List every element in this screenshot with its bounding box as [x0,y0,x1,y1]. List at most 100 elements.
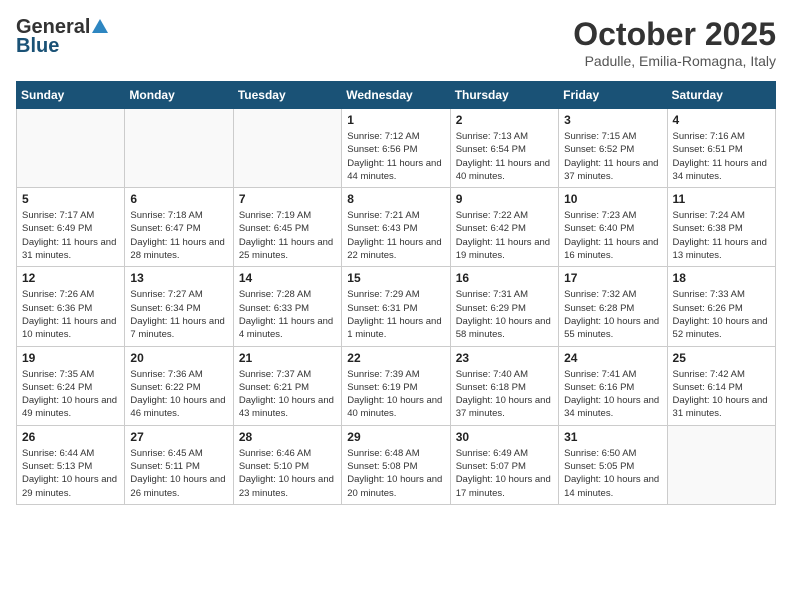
calendar-cell: 23Sunrise: 7:40 AM Sunset: 6:18 PM Dayli… [450,346,558,425]
day-number: 27 [130,430,227,444]
day-info: Sunrise: 7:41 AM Sunset: 6:16 PM Dayligh… [564,368,661,421]
day-number: 8 [347,192,444,206]
day-info: Sunrise: 7:29 AM Sunset: 6:31 PM Dayligh… [347,288,444,341]
calendar-week-row: 26 Sunrise: 6:44 AM Sunset: 5:13 PM Dayli… [17,425,776,504]
calendar-cell: 14Sunrise: 7:28 AM Sunset: 6:33 PM Dayli… [233,267,341,346]
weekday-header-friday: Friday [559,82,667,109]
weekday-header-monday: Monday [125,82,233,109]
logo: General Blue [16,16,108,58]
calendar-cell: 18 Sunrise: 7:33 AM Sunset: 6:26 PM Dayli… [667,267,775,346]
calendar-cell [667,425,775,504]
calendar-cell: 31 Sunrise: 6:50 AM Sunset: 5:05 PM Dayli… [559,425,667,504]
day-number: 5 [22,192,119,206]
weekday-header-sunday: Sunday [17,82,125,109]
day-info: Sunrise: 6:48 AM Sunset: 5:08 PM Dayligh… [347,447,444,500]
day-info: Sunrise: 7:23 AM Sunset: 6:40 PM Dayligh… [564,209,661,262]
calendar-cell: 15 Sunrise: 7:29 AM Sunset: 6:31 PM Dayli… [342,267,450,346]
weekday-header-tuesday: Tuesday [233,82,341,109]
day-number: 1 [347,113,444,127]
logo-blue-text: Blue [16,35,59,58]
calendar-cell [17,109,125,188]
weekday-header-wednesday: Wednesday [342,82,450,109]
calendar-cell: 26 Sunrise: 6:44 AM Sunset: 5:13 PM Dayli… [17,425,125,504]
calendar-cell: 24 Sunrise: 7:41 AM Sunset: 6:16 PM Dayli… [559,346,667,425]
day-number: 24 [564,351,661,365]
day-info: Sunrise: 7:27 AM Sunset: 6:34 PM Dayligh… [130,288,227,341]
day-info: Sunrise: 7:18 AM Sunset: 6:47 PM Dayligh… [130,209,227,262]
calendar-week-row: 5 Sunrise: 7:17 AM Sunset: 6:49 PM Daylig… [17,188,776,267]
day-info: Sunrise: 7:17 AM Sunset: 6:49 PM Dayligh… [22,209,119,262]
title-area: October 2025 Padulle, Emilia-Romagna, It… [573,16,776,69]
day-info: Sunrise: 7:32 AM Sunset: 6:28 PM Dayligh… [564,288,661,341]
day-number: 28 [239,430,336,444]
day-number: 3 [564,113,661,127]
day-number: 15 [347,271,444,285]
day-number: 4 [673,113,770,127]
calendar-cell: 5 Sunrise: 7:17 AM Sunset: 6:49 PM Daylig… [17,188,125,267]
day-number: 7 [239,192,336,206]
calendar-cell: 29 Sunrise: 6:48 AM Sunset: 5:08 PM Dayli… [342,425,450,504]
calendar-cell: 4 Sunrise: 7:16 AM Sunset: 6:51 PM Daylig… [667,109,775,188]
day-number: 23 [456,351,553,365]
calendar-week-row: 1Sunrise: 7:12 AM Sunset: 6:56 PM Daylig… [17,109,776,188]
calendar-table: SundayMondayTuesdayWednesdayThursdayFrid… [16,81,776,505]
weekday-header-row: SundayMondayTuesdayWednesdayThursdayFrid… [17,82,776,109]
weekday-header-saturday: Saturday [667,82,775,109]
day-number: 12 [22,271,119,285]
day-number: 13 [130,271,227,285]
day-number: 10 [564,192,661,206]
calendar-cell: 12 Sunrise: 7:26 AM Sunset: 6:36 PM Dayli… [17,267,125,346]
day-number: 18 [673,271,770,285]
day-number: 25 [673,351,770,365]
day-number: 9 [456,192,553,206]
calendar-cell: 28 Sunrise: 6:46 AM Sunset: 5:10 PM Dayli… [233,425,341,504]
day-info: Sunrise: 7:16 AM Sunset: 6:51 PM Dayligh… [673,130,770,183]
day-info: Sunrise: 7:42 AM Sunset: 6:14 PM Dayligh… [673,368,770,421]
day-info: Sunrise: 7:33 AM Sunset: 6:26 PM Dayligh… [673,288,770,341]
day-number: 30 [456,430,553,444]
day-number: 26 [22,430,119,444]
day-number: 17 [564,271,661,285]
day-info: Sunrise: 6:50 AM Sunset: 5:05 PM Dayligh… [564,447,661,500]
day-number: 20 [130,351,227,365]
calendar-cell: 3 Sunrise: 7:15 AM Sunset: 6:52 PM Daylig… [559,109,667,188]
calendar-cell: 11Sunrise: 7:24 AM Sunset: 6:38 PM Dayli… [667,188,775,267]
day-number: 22 [347,351,444,365]
day-info: Sunrise: 7:26 AM Sunset: 6:36 PM Dayligh… [22,288,119,341]
day-info: Sunrise: 7:15 AM Sunset: 6:52 PM Dayligh… [564,130,661,183]
day-number: 6 [130,192,227,206]
day-info: Sunrise: 6:49 AM Sunset: 5:07 PM Dayligh… [456,447,553,500]
calendar-cell: 8Sunrise: 7:21 AM Sunset: 6:43 PM Daylig… [342,188,450,267]
calendar-cell: 2Sunrise: 7:13 AM Sunset: 6:54 PM Daylig… [450,109,558,188]
day-info: Sunrise: 7:39 AM Sunset: 6:19 PM Dayligh… [347,368,444,421]
day-info: Sunrise: 6:44 AM Sunset: 5:13 PM Dayligh… [22,447,119,500]
weekday-header-thursday: Thursday [450,82,558,109]
day-number: 19 [22,351,119,365]
logo-arrow-icon [92,19,108,38]
day-info: Sunrise: 7:22 AM Sunset: 6:42 PM Dayligh… [456,209,553,262]
calendar-cell: 17 Sunrise: 7:32 AM Sunset: 6:28 PM Dayli… [559,267,667,346]
day-info: Sunrise: 7:28 AM Sunset: 6:33 PM Dayligh… [239,288,336,341]
calendar-week-row: 19Sunrise: 7:35 AM Sunset: 6:24 PM Dayli… [17,346,776,425]
calendar-cell: 19Sunrise: 7:35 AM Sunset: 6:24 PM Dayli… [17,346,125,425]
calendar-cell: 13 Sunrise: 7:27 AM Sunset: 6:34 PM Dayli… [125,267,233,346]
day-info: Sunrise: 7:31 AM Sunset: 6:29 PM Dayligh… [456,288,553,341]
location-subtitle: Padulle, Emilia-Romagna, Italy [573,53,776,69]
calendar-cell: 6 Sunrise: 7:18 AM Sunset: 6:47 PM Daylig… [125,188,233,267]
calendar-week-row: 12 Sunrise: 7:26 AM Sunset: 6:36 PM Dayli… [17,267,776,346]
day-info: Sunrise: 7:36 AM Sunset: 6:22 PM Dayligh… [130,368,227,421]
day-number: 29 [347,430,444,444]
calendar-cell: 7Sunrise: 7:19 AM Sunset: 6:45 PM Daylig… [233,188,341,267]
calendar-cell: 20 Sunrise: 7:36 AM Sunset: 6:22 PM Dayli… [125,346,233,425]
day-info: Sunrise: 6:46 AM Sunset: 5:10 PM Dayligh… [239,447,336,500]
calendar-cell [125,109,233,188]
day-number: 11 [673,192,770,206]
calendar-cell: 1Sunrise: 7:12 AM Sunset: 6:56 PM Daylig… [342,109,450,188]
page-header: General Blue October 2025 Padulle, Emili… [16,16,776,69]
calendar-cell [233,109,341,188]
month-year-title: October 2025 [573,16,776,53]
day-info: Sunrise: 6:45 AM Sunset: 5:11 PM Dayligh… [130,447,227,500]
day-number: 31 [564,430,661,444]
calendar-cell: 10 Sunrise: 7:23 AM Sunset: 6:40 PM Dayli… [559,188,667,267]
calendar-cell: 9 Sunrise: 7:22 AM Sunset: 6:42 PM Daylig… [450,188,558,267]
